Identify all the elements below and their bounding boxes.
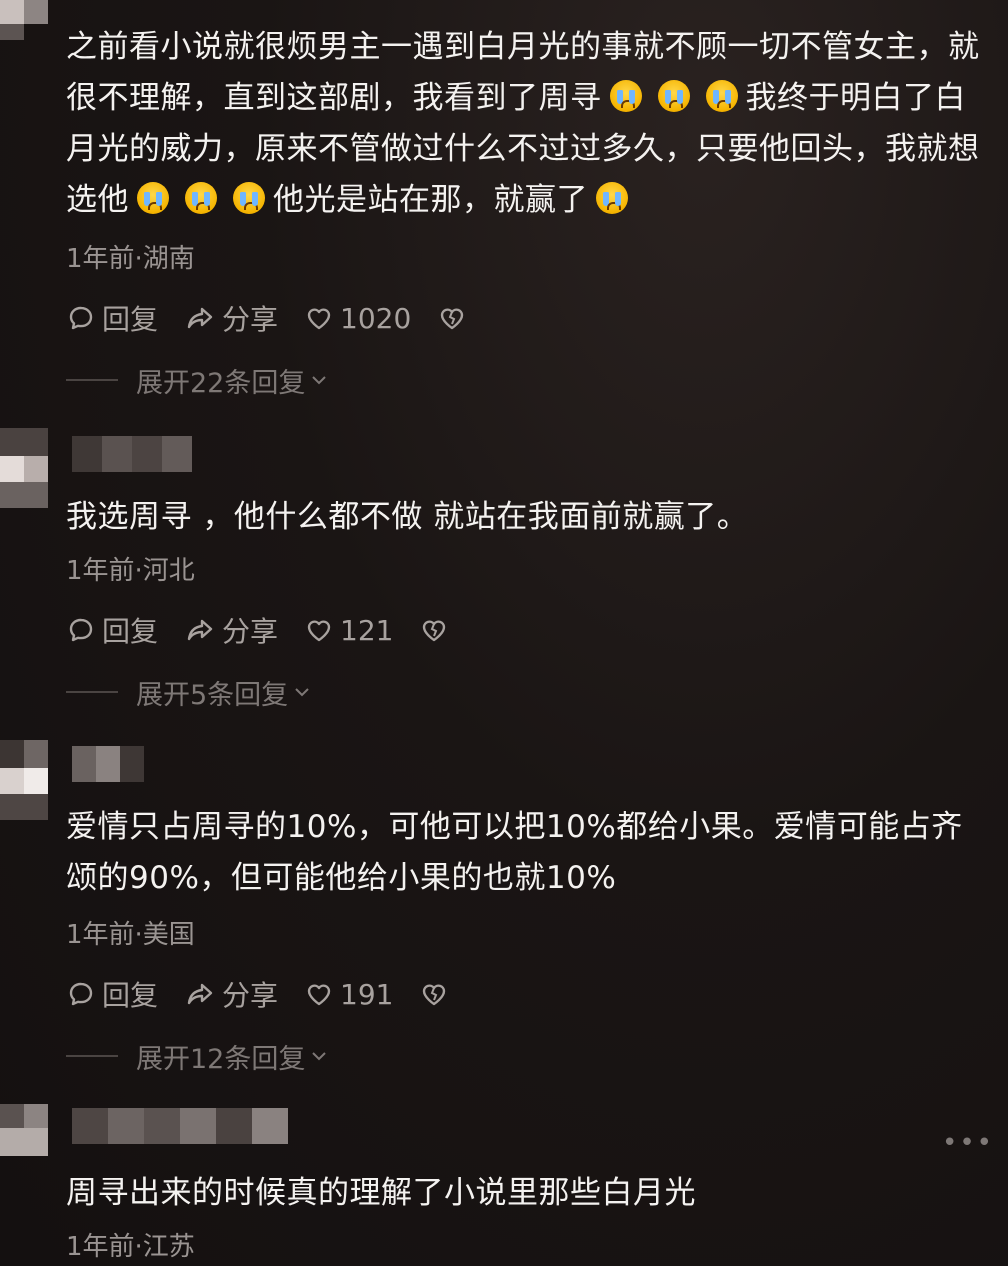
avatar[interactable] [0, 428, 48, 528]
dislike-button[interactable] [437, 303, 473, 333]
chevron-down-icon [312, 1052, 327, 1061]
share-button[interactable]: 分享 [184, 974, 278, 1014]
dislike-button[interactable] [419, 615, 455, 645]
like-button[interactable]: 121 [304, 614, 393, 647]
expand-replies-button[interactable]: 展开5条回复 [66, 674, 312, 711]
crying-emoji [657, 80, 690, 112]
comment-meta: 1年前·美国 [66, 920, 195, 950]
avatar[interactable] [0, 740, 48, 840]
like-count: 121 [340, 613, 394, 647]
comment-text: 周寻出来的时候真的理解了小说里那些白月光 [66, 1175, 696, 1211]
reply-button[interactable]: 回复 [66, 974, 158, 1014]
comment-1: 之前看小说就很烦男主一遇到白月光的事就不顾一切不管女主，就很不理解，直到这部剧，… [0, 0, 1008, 420]
share-button[interactable]: 分享 [184, 298, 278, 338]
reply-bubble-icon [69, 982, 93, 1006]
broken-heart-icon [441, 308, 464, 330]
reply-button[interactable]: 回复 [66, 610, 158, 650]
username-blurred[interactable] [72, 1108, 288, 1144]
crying-emoji [137, 182, 169, 214]
comment-meta: 1年前·河北 [66, 556, 195, 586]
like-button[interactable]: 191 [304, 978, 393, 1011]
divider [66, 691, 118, 693]
crying-emoji [185, 182, 217, 214]
chevron-down-icon [312, 376, 327, 385]
comment-4: ••• 周寻出来的时候真的理解了小说里那些白月光 1年前·江苏 [0, 1104, 1008, 1266]
comment-actions: 回复 分享 1020 [66, 298, 499, 338]
share-button[interactable]: 分享 [184, 610, 278, 650]
reply-bubble-icon [69, 618, 93, 642]
crying-emoji [233, 182, 265, 214]
comment-3: 爱情只占周寻的10%，可他可以把10%都给小果。爱情可能占齐颂的90%，但可能他… [0, 740, 1008, 1090]
avatar[interactable] [0, 0, 48, 40]
comment-text: 爱情只占周寻的10%，可他可以把10%都给小果。爱情可能占齐颂的90%，但可能他… [66, 809, 963, 896]
divider [66, 1055, 118, 1057]
comment-2: 我选周寻 ，他什么都不做 就站在我面前就赢了。 1年前·河北 回复 分享 121… [0, 428, 1008, 728]
divider [66, 379, 118, 381]
comment-actions: 回复 分享 121 [66, 610, 481, 650]
comment-actions: 回复 分享 191 [66, 974, 481, 1014]
dislike-button[interactable] [419, 979, 455, 1009]
comment-text: 我选周寻 ，他什么都不做 就站在我面前就赢了。 [66, 499, 749, 535]
crying-emoji [705, 80, 738, 112]
more-dots-icon[interactable]: ••• [942, 1128, 994, 1158]
heart-icon [307, 308, 331, 330]
broken-heart-icon [423, 620, 446, 642]
like-button[interactable]: 1020 [304, 302, 411, 335]
share-arrow-icon [187, 307, 213, 329]
expand-replies-button[interactable]: 展开12条回复 [66, 1038, 329, 1075]
share-arrow-icon [187, 983, 213, 1005]
reply-button[interactable]: 回复 [66, 298, 158, 338]
crying-emoji [609, 80, 642, 112]
username-blurred[interactable] [72, 436, 192, 472]
comment-meta: 1年前·湖南 [66, 244, 195, 274]
heart-icon [307, 620, 331, 642]
like-count: 1020 [340, 301, 412, 335]
comment-text: 之前看小说就很烦男主一遇到白月光的事就不顾一切不管女主，就很不理解，直到这部剧，… [66, 29, 980, 218]
share-arrow-icon [187, 619, 213, 641]
like-count: 191 [340, 977, 394, 1011]
chevron-down-icon [295, 688, 309, 697]
avatar[interactable] [0, 1104, 48, 1174]
expand-replies-button[interactable]: 展开22条回复 [66, 362, 329, 399]
comment-meta: 1年前·江苏 [66, 1232, 195, 1262]
username-blurred[interactable] [72, 746, 144, 782]
reply-bubble-icon [69, 306, 93, 330]
heart-icon [307, 984, 331, 1006]
crying-emoji [596, 182, 628, 214]
broken-heart-icon [423, 984, 446, 1006]
